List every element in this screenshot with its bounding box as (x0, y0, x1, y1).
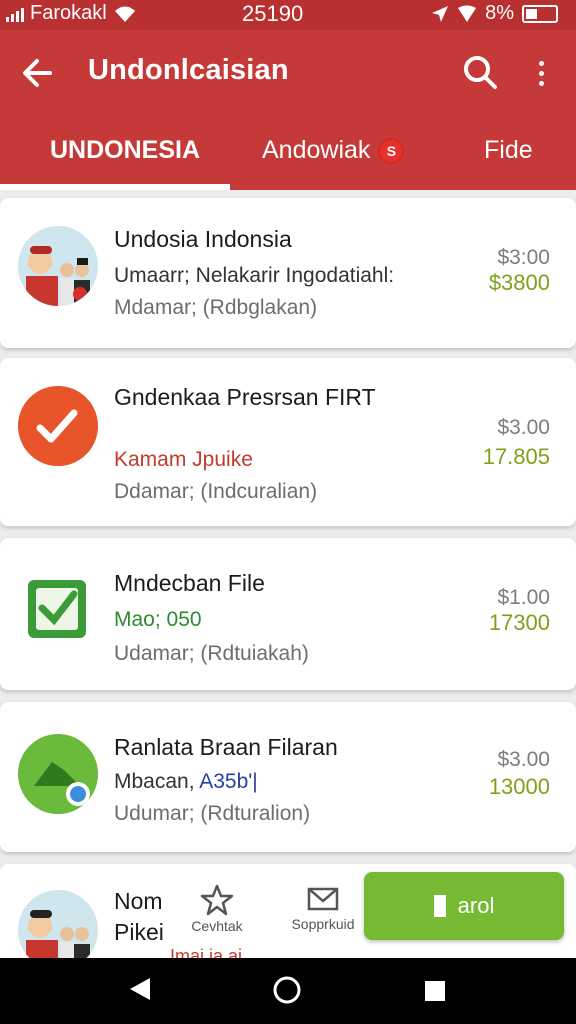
item-subtitle: Mao; 050 (114, 608, 202, 631)
cta-label: arol (457, 893, 495, 918)
arrow-left-icon (23, 59, 52, 87)
item-price: $1.00 (497, 586, 550, 609)
peek-text: Imai ia ai (170, 946, 243, 958)
subtitle-prefix: Mbacan, (114, 770, 200, 793)
page-title: Undonlcaisian (88, 54, 289, 86)
item-avatar (18, 226, 98, 306)
item-price: $3.00 (497, 748, 550, 771)
tab-undonesia[interactable]: UNDONESIA (50, 136, 200, 165)
item-subtitle: Kamam Jpuike (114, 448, 253, 471)
more-options-button[interactable] (526, 54, 556, 92)
signal-strength-icon (458, 5, 477, 22)
status-bar: Farokakl 25190 8% (0, 0, 576, 30)
item-avatar (18, 386, 98, 466)
list-item[interactable]: Ranlata Braan Filaran Mbacan, A35b'| Udu… (0, 702, 576, 852)
triangle-back-icon (130, 978, 150, 1000)
tab-andowiak[interactable]: Andowiak S (262, 136, 405, 165)
tab-label: Andowiak (262, 136, 371, 164)
subtitle-tag: A35b'| (199, 770, 258, 793)
status-left: Farokakl (6, 2, 137, 25)
item-meta: Mdamar; (Rdbglakan) (114, 296, 318, 319)
tab-bar: UNDONESIA Andowiak S Fide (0, 116, 576, 190)
item-price: $3.00 (497, 416, 550, 439)
dot-icon (538, 70, 544, 76)
dot-icon (538, 60, 544, 66)
file-check-icon (28, 580, 86, 638)
bookmark-icon (433, 895, 446, 917)
search-icon (464, 56, 497, 89)
carrier-label: Farokakl (30, 2, 107, 24)
item-subtitle: Umaarr; Nelakarir Ingodatiahl: (114, 264, 395, 287)
action-button-left[interactable]: Cevhtak (172, 884, 262, 934)
system-nav-bar (0, 958, 576, 1024)
list-item[interactable]: Gndenkaa Presrsan FIRT Kamam Jpuike Ddam… (0, 358, 576, 526)
nav-back-button[interactable] (128, 976, 152, 1007)
square-recents-icon (425, 981, 445, 1001)
item-amount: $3800 (488, 270, 550, 295)
action-button-middle[interactable]: Sopprkuid (278, 884, 368, 932)
location-icon (432, 5, 449, 22)
mail-icon (307, 887, 339, 911)
dot-icon (538, 80, 544, 86)
list-item[interactable]: Mndecban File Mao; 050 Udamar; (Rdtuiaka… (0, 538, 576, 690)
active-tab-indicator (0, 184, 230, 190)
nav-recents-button[interactable] (424, 980, 446, 1007)
action-label: Cevhtak (191, 918, 243, 934)
item-avatar (18, 570, 98, 650)
list-item[interactable]: Undosia Indonsia Umaarr; Nelakarir Ingod… (0, 198, 576, 348)
wifi-icon (114, 6, 135, 22)
primary-action-button[interactable]: arol (364, 872, 564, 940)
clock: 25190 (242, 1, 304, 26)
item-title: Mndecban File (114, 570, 265, 596)
tab-fide[interactable]: Fide (484, 136, 533, 165)
item-amount: 13000 (488, 774, 550, 799)
battery-icon (522, 4, 558, 23)
people-illustration-icon (18, 226, 98, 306)
item-price: $3:00 (497, 246, 550, 269)
battery-percent: 8% (485, 2, 514, 24)
item-title: Ranlata Braan Filaran (114, 734, 338, 760)
location-pin-icon (18, 734, 98, 814)
status-right: 8% (431, 2, 558, 25)
item-avatar (18, 734, 98, 814)
search-button[interactable] (460, 52, 500, 92)
item-title: Undosia Indonsia (114, 226, 292, 252)
item-subtitle: Mbacan, A35b'| (114, 770, 258, 794)
item-amount: 17300 (488, 610, 550, 635)
item-amount: 17.805 (482, 444, 550, 469)
nav-home-button[interactable] (272, 975, 302, 1010)
star-icon (200, 884, 234, 916)
notification-badge: S (378, 137, 405, 164)
signal-icon (6, 6, 24, 22)
item-title: Gndenkaa Presrsan FIRT (114, 384, 376, 410)
item-meta: Udumar; (Rdturalion) (114, 802, 311, 825)
circle-home-icon (273, 976, 301, 1004)
back-button[interactable] (18, 54, 58, 92)
item-meta: Ddamar; (Indcuralian) (114, 480, 318, 503)
action-label: Sopprkuid (291, 916, 355, 932)
app-bar: Undonlcaisian (0, 30, 576, 116)
item-meta: Udamar; (Rdtuiakah) (114, 642, 309, 665)
item-title: Nom Pikei (114, 888, 164, 945)
checkmark-logo-icon (18, 386, 98, 466)
